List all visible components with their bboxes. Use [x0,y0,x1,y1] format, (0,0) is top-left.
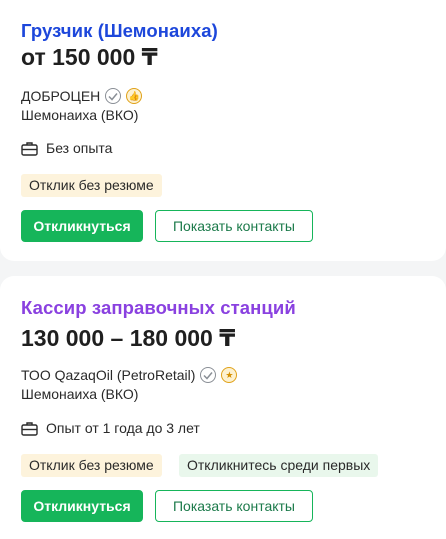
company-name-link[interactable]: ДОБРОЦЕН [21,88,100,104]
briefcase-icon [21,141,38,156]
briefcase-icon [21,421,38,436]
experience-label: Опыт от 1 года до 3 лет [46,420,200,436]
vacancy-card: Грузчик (Шемонаиха) от 150 000 ₸ ДОБРОЦЕ… [0,0,446,261]
respond-button[interactable]: Откликнуться [21,210,143,242]
show-contacts-button[interactable]: Показать контакты [155,490,313,522]
no-resume-tag: Отклик без резюме [21,454,162,477]
show-contacts-button[interactable]: Показать контакты [155,210,313,242]
experience-row: Без опыта [21,140,112,156]
vacancy-title-link[interactable]: Грузчик (Шемонаиха) [21,20,218,42]
experience-row: Опыт от 1 года до 3 лет [21,420,200,436]
be-first-tag: Откликнитесь среди первых [179,454,379,477]
company-row: ДОБРОЦЕН 👍 [21,86,143,106]
no-resume-tag: Отклик без резюме [21,174,162,197]
vacancy-city: Шемонаиха (ВКО) [21,386,139,402]
experience-label: Без опыта [46,140,113,156]
vacancy-salary: от 150 000 ₸ [21,44,158,70]
thumbs-up-icon: 👍 [126,88,143,104]
vacancy-title-link[interactable]: Кассир заправочных станций [21,297,296,319]
respond-button[interactable]: Откликнуться [21,490,143,522]
verified-check-icon [105,88,122,104]
vacancy-city: Шемонаиха (ВКО) [21,107,139,123]
company-row: ТОО QazaqOil (PetroRetail) ★ [21,365,238,385]
vacancy-salary: 130 000 – 180 000 ₸ [21,325,236,351]
star-icon: ★ [221,367,238,383]
company-name-link[interactable]: ТОО QazaqOil (PetroRetail) [21,367,195,383]
verified-check-icon [200,367,217,383]
vacancy-card: Кассир заправочных станций 130 000 – 180… [0,276,446,539]
